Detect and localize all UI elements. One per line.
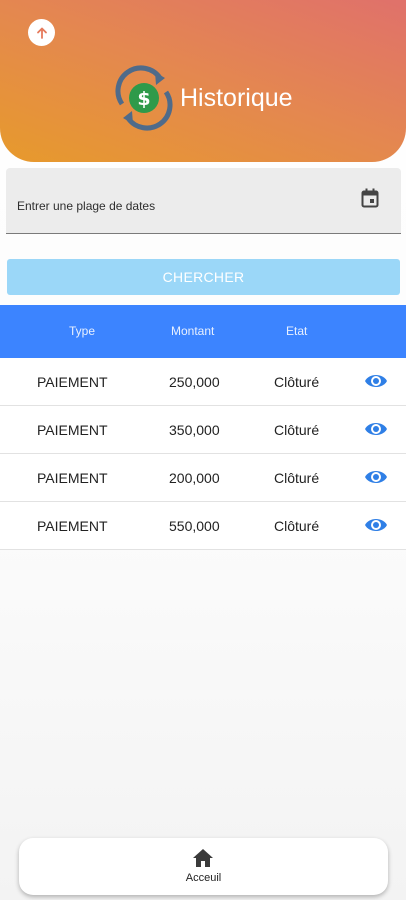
table-row: PAIEMENT 200,000 Clôturé [0,454,406,502]
home-icon [193,849,213,867]
eye-icon[interactable] [364,420,388,438]
date-range-field[interactable]: Entrer une plage de dates [6,168,401,234]
arrow-up-icon [36,27,47,39]
table-row: PAIEMENT 350,000 Clôturé [0,406,406,454]
row-amount: 250,000 [169,374,220,390]
row-amount: 200,000 [169,470,220,486]
column-header-type: Type [69,324,96,338]
row-amount: 550,000 [169,518,220,534]
row-state: Clôturé [274,374,320,390]
svg-text:$: $ [137,88,150,110]
page-title: Historique [180,84,293,112]
dollar-refresh-icon: $ [115,65,173,131]
column-header-amount: Montant [171,324,215,338]
column-header-state: Etat [286,324,308,338]
page-header: $ Historique [0,0,406,162]
bottom-nav-home[interactable]: Acceuil [19,838,388,895]
row-type: PAIEMENT [37,374,108,390]
row-type: PAIEMENT [37,518,108,534]
calendar-icon[interactable] [361,188,379,208]
nav-home-label: Acceuil [185,872,222,884]
table-row: PAIEMENT 250,000 Clôturé [0,358,406,406]
eye-icon[interactable] [364,372,388,390]
search-button[interactable]: CHERCHER [7,259,400,295]
row-amount: 350,000 [169,422,220,438]
table-row: PAIEMENT 550,000 Clôturé [0,502,406,550]
row-type: PAIEMENT [37,470,108,486]
eye-icon[interactable] [364,468,388,486]
row-state: Clôturé [274,518,320,534]
row-type: PAIEMENT [37,422,108,438]
transaction-list: PAIEMENT 250,000 Clôturé PAIEMENT 350,00… [0,358,406,550]
table-header: Type Montant Etat [0,305,406,358]
back-button[interactable] [28,19,55,46]
row-state: Clôturé [274,470,320,486]
eye-icon[interactable] [364,516,388,534]
row-state: Clôturé [274,422,320,438]
date-range-label: Entrer une plage de dates [17,199,156,213]
